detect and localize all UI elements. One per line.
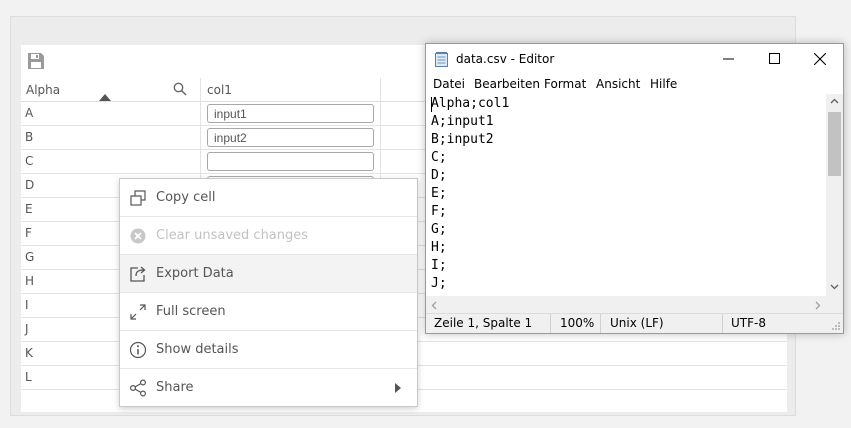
status-line-ending: Unix (LF) [610,316,664,330]
menu-item-label: Full screen [156,304,226,319]
editor-line: A;input1 [431,114,494,129]
info-icon [129,341,147,359]
editor-statusbar: Zeile 1, Spalte 1 100% Unix (LF) UTF-8 [426,313,843,333]
column-header-col1[interactable]: col1 [207,78,232,102]
context-menu: Copy cell Clear unsaved changes Export D… [119,178,418,407]
sort-ascending-icon[interactable] [99,94,111,101]
maximize-button[interactable] [751,44,797,74]
editor-text-area[interactable]: Alpha;col1 A;input1 B;input2 C; D; E; F; G; H; I;… [430,94,827,296]
row-key-cell[interactable]: E [25,198,33,221]
menu-item-clear-unsaved-changes: Clear unsaved changes [120,217,417,255]
row-key-cell[interactable]: J [25,318,29,341]
menu-item-label: Share [156,380,194,395]
share-icon [129,379,147,397]
menu-ansicht[interactable]: Ansicht [596,74,640,94]
horizontal-scrollbar[interactable] [426,296,826,313]
menu-item-export-data[interactable]: Export Data [120,255,417,293]
scroll-right-icon[interactable] [815,301,821,310]
menu-bearbeiten[interactable]: Bearbeiten [474,74,540,94]
editor-line: E; [431,186,447,201]
status-cursor-position: Zeile 1, Spalte 1 [434,316,533,330]
close-button[interactable] [797,44,843,74]
row-key-cell[interactable]: D [25,174,34,197]
row-key-cell[interactable]: H [25,270,34,293]
editor-line: B;input2 [431,132,494,147]
resize-grip-icon[interactable] [831,321,841,331]
row-key-cell[interactable]: A [25,102,33,125]
editor-line: F; [431,204,447,219]
menu-item-show-details[interactable]: Show details [120,331,417,369]
vertical-scrollbar[interactable] [826,94,843,296]
clear-icon [130,228,146,244]
menu-item-label: Show details [156,342,239,357]
minimize-icon [723,58,734,60]
menu-datei[interactable]: Datei [433,74,465,94]
status-separator [722,314,723,333]
row-key-cell[interactable]: G [25,246,34,269]
row-key-cell[interactable]: L [25,366,32,389]
notepad-icon [435,52,448,67]
scrollbar-corner [826,296,843,313]
scroll-up-icon[interactable] [830,98,839,104]
row-key-cell[interactable]: C [25,150,33,173]
fullscreen-icon [130,304,146,320]
scroll-down-icon[interactable] [830,284,839,290]
maximize-icon [769,53,780,64]
status-separator [550,314,551,333]
scroll-left-icon[interactable] [431,301,437,310]
minimize-button[interactable] [705,44,751,74]
column-header-alpha[interactable]: Alpha [26,78,60,102]
row-key-cell[interactable]: B [25,126,33,149]
col1-input-c[interactable] [207,152,374,171]
editor-line: D; [431,168,447,183]
menu-item-share[interactable]: Share [120,369,417,407]
editor-line: Alpha;col1 [431,96,510,111]
editor-window: data.csv - Editor Datei Bearbeiten Forma… [425,43,844,334]
close-icon [814,53,826,65]
menu-item-label: Copy cell [156,190,216,205]
row-key-cell[interactable]: K [25,342,33,365]
vertical-scroll-thumb[interactable] [828,112,841,176]
menu-item-full-screen[interactable]: Full screen [120,293,417,331]
menu-item-label: Clear unsaved changes [156,228,309,243]
menu-item-label: Export Data [156,266,234,281]
editor-line: C; [431,150,447,165]
col1-input-a[interactable] [207,104,374,123]
copy-icon [130,190,146,206]
menu-hilfe[interactable]: Hilfe [650,74,677,94]
editor-title: data.csv - Editor [456,52,555,66]
status-encoding: UTF-8 [731,316,766,330]
editor-line: G; [431,222,447,237]
row-key-cell[interactable]: F [25,222,32,245]
status-zoom: 100% [560,316,595,330]
export-icon [130,266,146,282]
editor-menubar: Datei Bearbeiten Format Ansicht Hilfe [426,74,843,94]
save-icon[interactable] [26,51,46,71]
col1-input-b[interactable] [207,128,374,147]
status-separator [600,314,601,333]
submenu-arrow-icon [395,383,401,393]
menu-format[interactable]: Format [544,74,586,94]
editor-line: H; [431,240,447,255]
menu-item-copy-cell[interactable]: Copy cell [120,179,417,217]
editor-line: J; [431,276,447,291]
editor-titlebar[interactable]: data.csv - Editor [426,44,843,74]
row-key-cell[interactable]: I [25,294,29,317]
editor-line: I; [431,258,447,273]
search-icon[interactable] [173,82,187,96]
